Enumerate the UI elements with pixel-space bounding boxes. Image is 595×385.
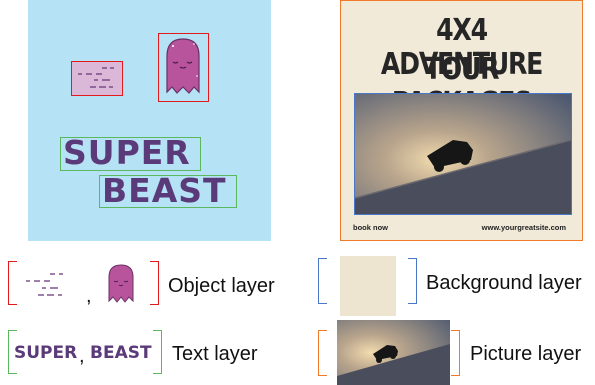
mini-jeep-photo <box>337 320 450 385</box>
beast-text: BEAST <box>102 171 227 210</box>
ghost-icon <box>166 38 200 94</box>
ghost-object-frame <box>158 33 209 102</box>
book-now-text: book now <box>353 223 388 232</box>
text-separator: , <box>79 345 85 367</box>
picture-bracket-right <box>451 330 460 376</box>
background-layer-label: Background layer <box>426 272 582 294</box>
legend-beast-text: BEAST <box>90 343 152 363</box>
legend-super-text: SUPER <box>14 343 78 363</box>
sticker-canvas: SUPER BEAST <box>28 0 271 241</box>
object-bracket-right <box>150 261 159 305</box>
desert-jeep-photo <box>354 93 572 215</box>
background-bracket-right <box>408 258 417 304</box>
picture-bracket-left <box>318 330 327 376</box>
adventure-poster: 4X4 ADVENTURE TOUR PACKAGES book now www… <box>340 0 583 241</box>
picture-layer-label: Picture layer <box>470 343 582 365</box>
jeep-dune-image <box>355 94 571 214</box>
website-text: www.yourgreatsite.com <box>481 223 566 232</box>
super-text: SUPER <box>63 133 191 172</box>
legend-ghost-icon <box>108 264 134 303</box>
text-layer-label: Text layer <box>172 343 258 365</box>
dash-pattern-icon <box>78 67 114 88</box>
object-layer-label: Object layer <box>168 275 275 297</box>
legend-dash-pattern-icon <box>26 273 63 296</box>
background-bracket-left <box>318 258 327 304</box>
paper-texture-swatch <box>340 256 396 316</box>
mini-jeep-image <box>337 320 450 385</box>
text-bracket-right <box>153 330 162 374</box>
dash-pattern-object <box>71 61 123 96</box>
object-separator: , <box>86 285 92 307</box>
object-bracket-left <box>8 261 17 305</box>
